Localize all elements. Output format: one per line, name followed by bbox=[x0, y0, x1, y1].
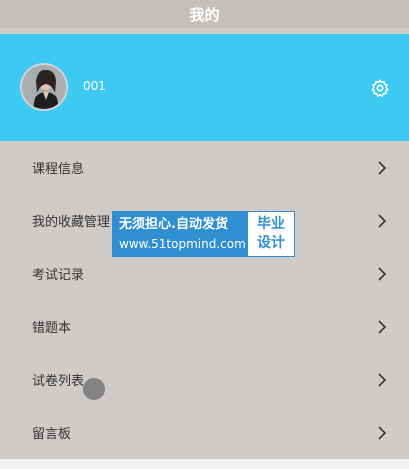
menu-item-label: 留言板 bbox=[32, 427, 72, 442]
watermark-badge-line2: 设计 bbox=[257, 235, 285, 251]
chevron-right-icon bbox=[378, 266, 387, 281]
menu-list: 课程信息 我的收藏管理 考试记录 错题本 试卷列表 留言板 bbox=[0, 141, 409, 459]
bottom-divider bbox=[0, 459, 409, 469]
menu-item-wrong-questions[interactable]: 错题本 bbox=[0, 300, 409, 353]
watermark-line2: www.51topmind.com bbox=[119, 237, 246, 251]
page-header: 我的 bbox=[0, 0, 409, 28]
avatar[interactable] bbox=[20, 63, 68, 111]
watermark-overlay: 无须担心.自动发货 www.51topmind.com 毕业 设计 bbox=[112, 211, 295, 257]
username: 001 bbox=[83, 79, 106, 93]
menu-item-label: 错题本 bbox=[32, 321, 72, 336]
menu-item-exam-papers[interactable]: 试卷列表 bbox=[0, 353, 409, 406]
watermark-line1: 无须担心.自动发货 bbox=[119, 217, 228, 232]
gear-icon[interactable] bbox=[370, 78, 390, 98]
menu-item-label: 课程信息 bbox=[32, 162, 85, 177]
menu-item-label: 试卷列表 bbox=[32, 374, 85, 389]
chevron-right-icon bbox=[378, 372, 387, 387]
chevron-right-icon bbox=[378, 213, 387, 228]
menu-item-label: 我的收藏管理 bbox=[32, 215, 111, 230]
page-title: 我的 bbox=[189, 5, 220, 24]
chevron-right-icon bbox=[378, 319, 387, 334]
chevron-right-icon bbox=[378, 160, 387, 175]
menu-item-message-board[interactable]: 留言板 bbox=[0, 406, 409, 459]
watermark-badge: 毕业 设计 bbox=[248, 212, 294, 256]
menu-item-label: 考试记录 bbox=[32, 268, 85, 283]
avatar-image bbox=[22, 65, 66, 109]
touch-cursor-indicator bbox=[83, 378, 105, 400]
profile-banner: 001 bbox=[0, 34, 409, 141]
watermark-text-block: 无须担心.自动发货 www.51topmind.com bbox=[113, 212, 248, 256]
watermark-badge-line1: 毕业 bbox=[257, 216, 285, 232]
menu-item-course-info[interactable]: 课程信息 bbox=[0, 141, 409, 194]
chevron-right-icon bbox=[378, 425, 387, 440]
